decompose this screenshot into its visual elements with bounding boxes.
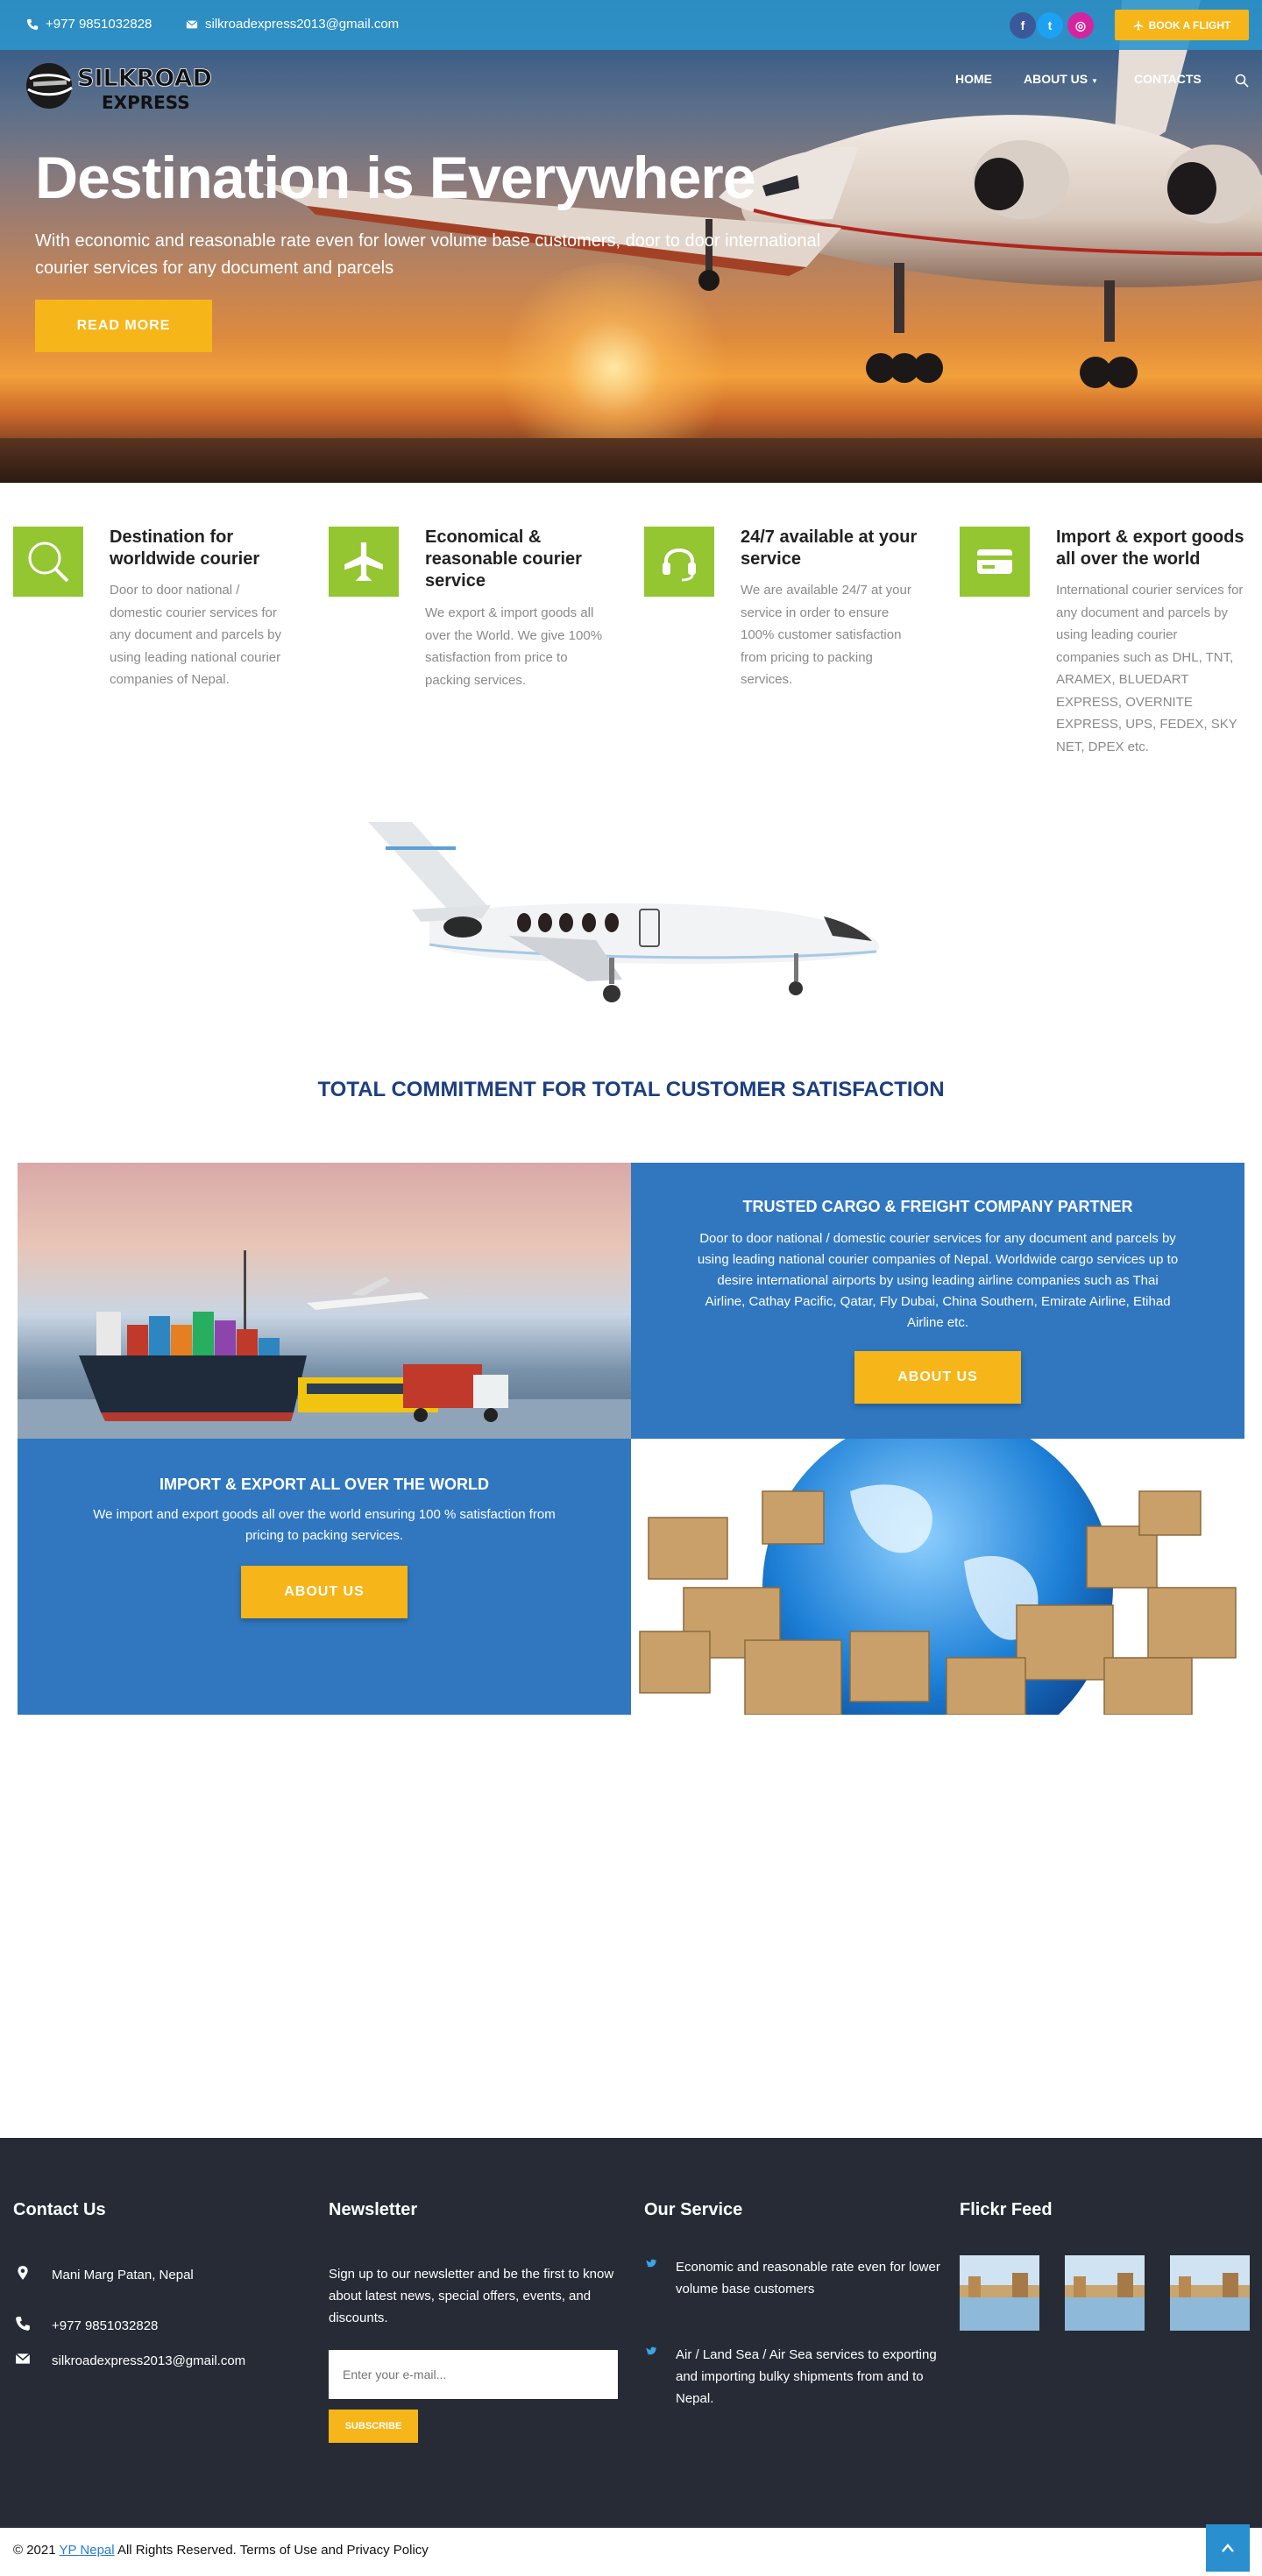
service-item: Economic and reasonable rate even for lo… — [676, 2260, 940, 2296]
footer-email[interactable]: silkroadexpress2013@gmail.com — [52, 2350, 245, 2372]
copyright-text: © 2021 YP Nepal All Rights Reserved. Ter… — [13, 2543, 429, 2558]
silkroad-express-logo[interactable]: SILKROAD EXPRESS — [21, 58, 236, 114]
feature-text: We export & import goods all over the Wo… — [425, 605, 603, 688]
cargo-partner-text: Door to door national / domestic courier… — [697, 1231, 1179, 1330]
feature-card-icon-box — [960, 527, 1030, 597]
feature-headset-icon-box — [644, 527, 714, 597]
cargo-partner-title: TRUSTED CARGO & FREIGHT COMPANY PARTNER — [742, 1198, 1133, 1215]
phone-icon — [26, 18, 39, 30]
nav-home[interactable]: HOME — [955, 72, 992, 86]
commitment-heading: TOTAL COMMITMENT FOR TOTAL CUSTOMER SATI… — [317, 1078, 945, 1101]
search-icon — [28, 541, 69, 583]
topbar-email[interactable]: silkroadexpress2013@gmail.com — [186, 17, 399, 32]
book-flight-label: BOOK A FLIGHT — [1148, 18, 1231, 32]
cargo-partner-panel: TRUSTED CARGO & FREIGHT COMPANY PARTNER … — [631, 1163, 1244, 1439]
footer-address: Mani Marg Patan, Nepal — [52, 2268, 194, 2282]
footer-phone[interactable]: +977 9851032828 — [52, 2315, 158, 2337]
nav-about-label: ABOUT US — [1024, 72, 1088, 86]
envelope-icon — [15, 2353, 31, 2364]
feature-text: International courier services for any d… — [1056, 583, 1244, 754]
subscribe-button[interactable]: SUBSCRIBE — [329, 2410, 418, 2443]
twitter-icon[interactable]: t — [1037, 12, 1063, 39]
yp-nepal-link[interactable]: YP Nepal — [60, 2543, 115, 2558]
nav-contacts[interactable]: CONTACTS — [1134, 72, 1202, 86]
nav-about-us[interactable]: ABOUT US ▼ — [1024, 72, 1098, 86]
copyright-suffix: All Rights Reserved. Terms of Use and Pr… — [117, 2543, 429, 2558]
airplane-icon — [1133, 20, 1143, 30]
copyright-prefix: © 2021 — [13, 2543, 56, 2558]
footer — [0, 2138, 1262, 2528]
private-jet-image — [368, 822, 880, 1002]
headset-icon — [663, 548, 696, 582]
footer-flickr-title: Flickr Feed — [960, 2200, 1053, 2219]
import-export-text: We import and export goods all over the … — [93, 1507, 556, 1543]
read-more-button[interactable]: READ MORE — [35, 300, 212, 352]
globe-with-boxes-illustration — [639, 1412, 1237, 1763]
back-to-top-button[interactable] — [1206, 2524, 1250, 2572]
hero-subtitle: With economic and reasonable rate even f… — [35, 231, 821, 278]
footer-newsletter-title: Newsletter — [329, 2200, 418, 2219]
about-us-button[interactable]: ABOUT US — [241, 1566, 408, 1618]
credit-card-icon — [977, 549, 1012, 574]
phone-icon — [16, 2317, 30, 2331]
feature-title: Destination for worldwide courier — [110, 527, 260, 569]
about-us-button[interactable]: ABOUT US — [854, 1351, 1021, 1404]
feature-text: Door to door national / domestic courier… — [110, 583, 281, 687]
chevron-up-icon — [1222, 2544, 1234, 2552]
import-export-title: IMPORT & EXPORT ALL OVER THE WORLD — [159, 1476, 489, 1493]
chevron-down-icon: ▼ — [1091, 77, 1098, 85]
svg-text:SILKROAD: SILKROAD — [77, 65, 212, 92]
facebook-icon[interactable]: f — [1010, 12, 1036, 39]
flickr-thumbnail[interactable] — [1170, 2255, 1250, 2331]
feature-airplane-icon-box — [329, 527, 399, 597]
footer-service-title: Our Service — [644, 2200, 743, 2219]
hero-title: Destination is Everywhere — [35, 145, 756, 211]
topbar-phone-text: +977 9851032828 — [46, 17, 152, 32]
flickr-thumbnail[interactable] — [1065, 2255, 1145, 2331]
feature-title: Economical & reasonable courier service — [425, 527, 582, 591]
search-icon[interactable] — [1235, 74, 1249, 88]
svg-text:EXPRESS: EXPRESS — [102, 92, 190, 113]
runway-ground — [0, 438, 1262, 483]
globe-boxes-image — [631, 1412, 1244, 1763]
twitter-icon — [646, 2346, 657, 2355]
instagram-icon[interactable]: ◎ — [1067, 12, 1094, 39]
feature-title: Import & export goods all over the world — [1056, 527, 1244, 569]
envelope-icon — [186, 19, 198, 28]
flickr-thumbnail[interactable] — [960, 2255, 1039, 2331]
newsletter-email-input[interactable] — [329, 2350, 618, 2399]
cargo-ship-illustration — [18, 1250, 631, 1439]
import-export-panel: IMPORT & EXPORT ALL OVER THE WORLD We im… — [18, 1439, 631, 1715]
feature-text: We are available 24/7 at your service in… — [741, 583, 911, 687]
feature-title: 24/7 available at your service — [741, 527, 918, 569]
twitter-icon — [646, 2259, 657, 2268]
newsletter-text: Sign up to our newsletter and be the fir… — [329, 2267, 614, 2325]
map-pin-icon — [18, 2266, 28, 2280]
airplane-icon — [344, 542, 383, 581]
service-item: Air / Land Sea / Air Sea services to exp… — [676, 2347, 937, 2406]
topbar-phone[interactable]: +977 9851032828 — [26, 17, 152, 32]
footer-contact-title: Contact Us — [13, 2200, 106, 2219]
cargo-ship-image — [18, 1163, 631, 1439]
feature-search-icon-box — [13, 527, 83, 597]
topbar-email-text: silkroadexpress2013@gmail.com — [205, 17, 400, 32]
book-flight-button[interactable]: BOOK A FLIGHT — [1115, 10, 1249, 40]
